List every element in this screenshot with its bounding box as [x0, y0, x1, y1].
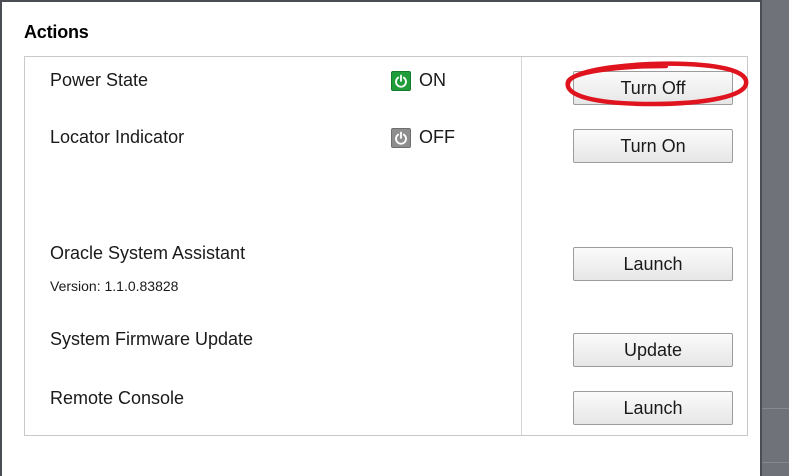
- power-state-status: ON: [391, 70, 446, 91]
- power-state-label: Power State: [50, 70, 149, 90]
- frame-left-border: [0, 0, 2, 476]
- right-side-panel: [762, 0, 789, 476]
- right-side-separator: [762, 408, 789, 409]
- locator-indicator-label: Locator Indicator: [50, 127, 185, 147]
- right-side-separator: [762, 462, 789, 463]
- update-firmware-button[interactable]: Update: [573, 333, 733, 367]
- launch-remote-console-button[interactable]: Launch: [573, 391, 733, 425]
- panel-title: Actions: [24, 22, 89, 42]
- oracle-system-assistant-label: Oracle System Assistant: [50, 243, 246, 263]
- power-on-icon: [391, 70, 411, 91]
- remote-console-label: Remote Console: [50, 388, 185, 408]
- oracle-system-assistant-version: Version: 1.1.0.83828: [50, 278, 179, 294]
- power-state-value: ON: [419, 70, 446, 90]
- column-divider: [521, 57, 522, 435]
- system-firmware-update-label: System Firmware Update: [50, 329, 254, 349]
- power-off-icon: [391, 127, 411, 148]
- launch-oracle-system-assistant-button[interactable]: Launch: [573, 247, 733, 281]
- actions-panel-screen: Actions Power State ON Turn Off Locator …: [0, 0, 789, 476]
- turn-off-button[interactable]: Turn Off: [573, 71, 733, 105]
- frame-top-border: [0, 0, 762, 2]
- turn-on-button[interactable]: Turn On: [573, 129, 733, 163]
- locator-indicator-value: OFF: [419, 127, 455, 147]
- locator-indicator-status: OFF: [391, 127, 455, 148]
